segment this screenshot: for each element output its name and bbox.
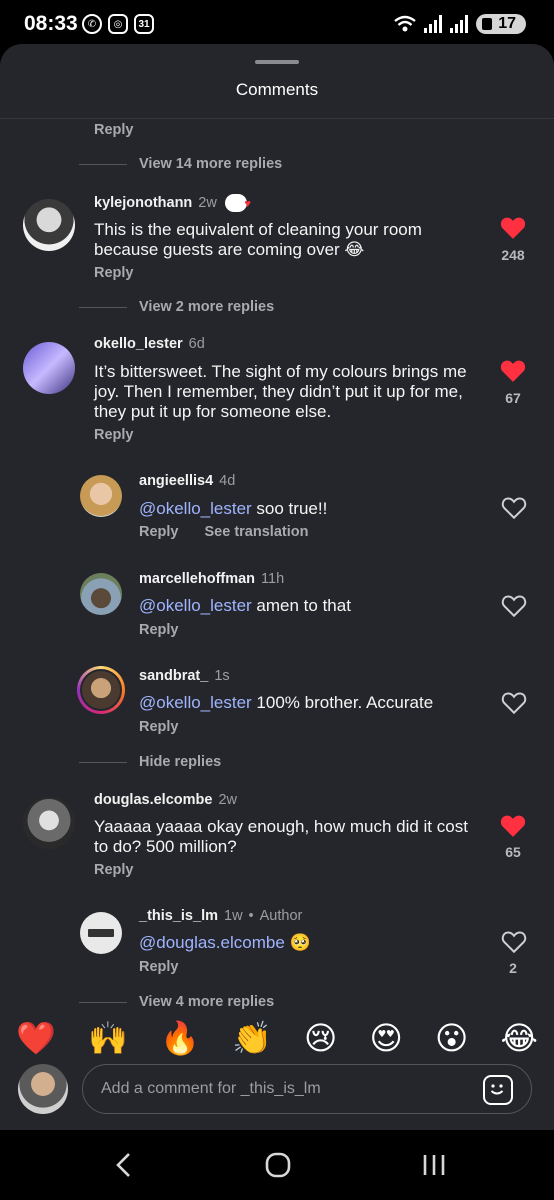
mention-link[interactable]: @douglas.elcombe bbox=[139, 933, 285, 952]
sticker-icon[interactable] bbox=[483, 1075, 513, 1105]
view-more-replies[interactable]: View 14 more replies bbox=[79, 156, 282, 172]
signal-icon bbox=[424, 15, 443, 33]
reaction-clap[interactable]: 👏 bbox=[232, 1019, 272, 1057]
like-count: 248 bbox=[501, 247, 525, 263]
reply-text: @okello_lester soo true!! bbox=[139, 499, 328, 518]
reply-button[interactable]: Reply bbox=[94, 862, 134, 878]
like-count: 2 bbox=[509, 960, 517, 976]
reply-text: @okello_lester 100% brother. Accurate bbox=[139, 693, 434, 712]
like-count: 67 bbox=[505, 390, 521, 406]
reply-button[interactable]: Reply bbox=[139, 719, 179, 735]
comment-input-box[interactable] bbox=[82, 1064, 532, 1114]
heart-icon[interactable] bbox=[500, 359, 526, 383]
comment-input[interactable] bbox=[101, 1077, 461, 1101]
status-bar: 08:33 ✆ ◎ 31 17 bbox=[0, 0, 554, 50]
mention-link[interactable]: @okello_lester bbox=[139, 693, 252, 712]
reply-button[interactable]: Reply bbox=[139, 622, 179, 638]
reply-age: 1w bbox=[224, 908, 243, 924]
reply-button[interactable]: Reply bbox=[94, 427, 134, 443]
comment-composer bbox=[0, 1060, 554, 1130]
drag-handle[interactable] bbox=[255, 60, 299, 64]
sheet-title: Comments bbox=[235, 80, 319, 99]
reply-button[interactable]: Reply bbox=[94, 265, 134, 281]
comment-text: This is the equivalent of cleaning your … bbox=[94, 220, 422, 259]
back-icon[interactable] bbox=[114, 1152, 134, 1178]
dot-separator: • bbox=[248, 908, 254, 924]
recents-icon[interactable] bbox=[421, 1152, 447, 1178]
heart-icon[interactable] bbox=[500, 814, 526, 838]
avatar-okello_lester[interactable] bbox=[23, 342, 75, 394]
reply-username[interactable]: marcellehoffman bbox=[139, 571, 255, 587]
like-count: 65 bbox=[505, 844, 521, 860]
battery-indicator: 17 bbox=[476, 14, 526, 34]
signal-icon-2 bbox=[450, 15, 469, 33]
current-user-avatar bbox=[18, 1064, 68, 1114]
author-badge: Author bbox=[259, 908, 303, 924]
avatar-kylejonothann[interactable] bbox=[23, 199, 75, 251]
avatar-marcellehoffman[interactable] bbox=[80, 573, 122, 615]
avatar-douglas.elcombe[interactable] bbox=[23, 797, 75, 849]
avatar-sandbrat_[interactable] bbox=[77, 666, 125, 714]
reply-text: @douglas.elcombe 🥺 bbox=[139, 933, 311, 952]
avatar-angieellis4[interactable] bbox=[80, 475, 122, 517]
reply-username[interactable]: _this_is_lm bbox=[139, 908, 218, 924]
comments-sheet: Comments Reply View 14 more replies kyle… bbox=[0, 44, 554, 1130]
wifi-icon bbox=[394, 15, 416, 32]
hide-replies-button[interactable]: Hide replies bbox=[79, 754, 221, 770]
status-time: 08:33 bbox=[24, 12, 78, 35]
quick-reactions-bar: ❤️ 🙌 🔥 👏 😢 😍 😮 😂 bbox=[0, 1010, 554, 1066]
comment-username[interactable]: kylejonothann bbox=[94, 195, 192, 211]
comment-age: 6d bbox=[188, 336, 205, 352]
calendar-icon: 31 bbox=[134, 14, 154, 34]
view-more-replies[interactable]: View 4 more replies bbox=[79, 994, 274, 1010]
heart-outline-icon[interactable] bbox=[501, 496, 527, 520]
reply-button[interactable]: Reply bbox=[139, 959, 179, 975]
reaction-heart[interactable]: ❤️ bbox=[16, 1019, 56, 1057]
comment-age: 2w bbox=[198, 195, 217, 211]
reply-age: 11h bbox=[261, 571, 285, 587]
heart-outline-icon[interactable] bbox=[501, 930, 527, 954]
mention-link[interactable]: @okello_lester bbox=[139, 499, 252, 518]
reaction-fire[interactable]: 🔥 bbox=[160, 1019, 200, 1057]
reaction-heart-eyes[interactable]: 😍 bbox=[370, 1019, 403, 1057]
comment-username[interactable]: okello_lester bbox=[94, 336, 183, 352]
reply-button[interactable]: Reply bbox=[139, 524, 179, 540]
reaction-laughing[interactable]: 😂 bbox=[501, 1019, 538, 1057]
reaction-raised-hands[interactable]: 🙌 bbox=[88, 1019, 128, 1057]
reply-age: 4d bbox=[219, 473, 236, 489]
reply-text: @okello_lester amen to that bbox=[139, 596, 351, 615]
system-nav-bar bbox=[0, 1130, 554, 1200]
comment-text: Yaaaaa yaaaa okay enough, how much did i… bbox=[94, 817, 468, 856]
avatar-_this_is_lm[interactable] bbox=[80, 912, 122, 954]
see-translation-button[interactable]: See translation bbox=[205, 524, 309, 540]
heart-icon[interactable] bbox=[500, 216, 526, 240]
reply-button[interactable]: Reply bbox=[94, 122, 134, 138]
comment-username[interactable]: douglas.elcombe bbox=[94, 792, 212, 808]
home-icon[interactable] bbox=[265, 1152, 291, 1178]
whatsapp-icon: ✆ bbox=[82, 14, 102, 34]
reaction-crying[interactable]: 😢 bbox=[304, 1019, 337, 1057]
reaction-surprised[interactable]: 😮 bbox=[435, 1019, 468, 1057]
title-divider bbox=[0, 118, 554, 119]
reply-username[interactable]: angieellis4 bbox=[139, 473, 213, 489]
view-more-replies[interactable]: View 2 more replies bbox=[79, 299, 274, 315]
reply-username[interactable]: sandbrat_ bbox=[139, 668, 208, 684]
heart-outline-icon[interactable] bbox=[501, 594, 527, 618]
mention-link[interactable]: @okello_lester bbox=[139, 596, 252, 615]
reply-age: 1s bbox=[214, 668, 230, 684]
comment-text: It’s bittersweet. The sight of my colour… bbox=[94, 362, 467, 421]
comment-age: 2w bbox=[218, 792, 237, 808]
heart-outline-icon[interactable] bbox=[501, 691, 527, 715]
creator-liked-badge: ♥ bbox=[224, 194, 251, 212]
instagram-icon: ◎ bbox=[108, 14, 128, 34]
